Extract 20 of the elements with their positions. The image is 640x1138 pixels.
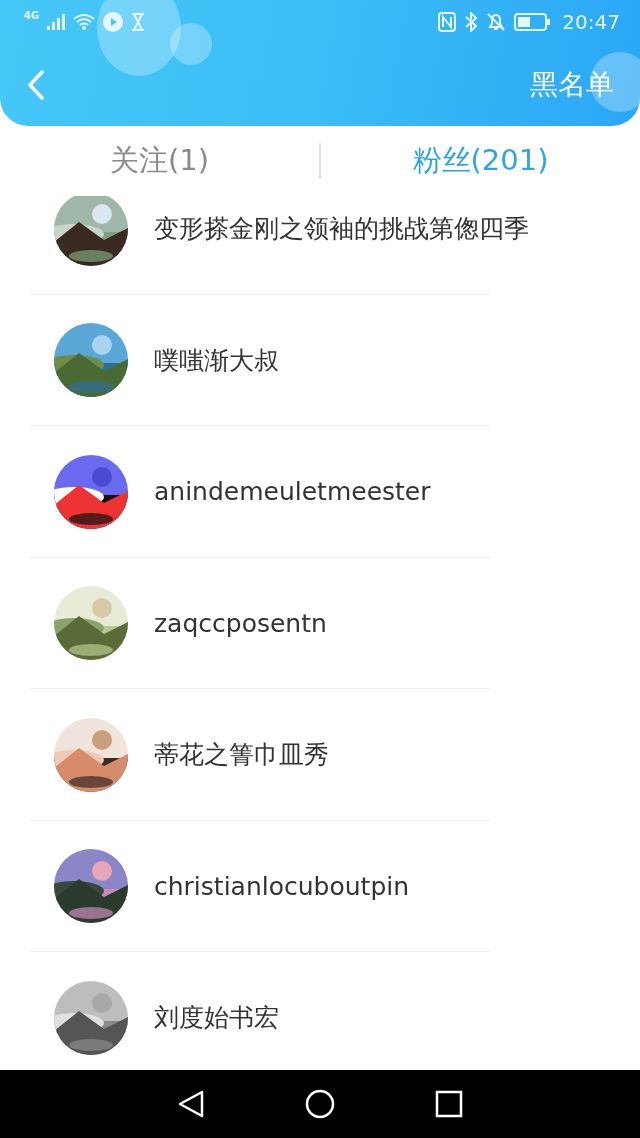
bell-muted-icon <box>486 12 507 32</box>
play-icon <box>103 12 124 32</box>
signal-icon <box>47 14 66 30</box>
user-name[interactable]: anindemeuletmeester <box>154 477 431 507</box>
home-icon[interactable] <box>305 1089 335 1119</box>
recents-icon[interactable] <box>435 1090 463 1118</box>
clock: 20:47 <box>562 10 620 34</box>
user-name[interactable]: christianlocuboutpin <box>154 871 410 901</box>
hourglass-icon <box>131 13 146 31</box>
back-icon[interactable] <box>177 1089 205 1119</box>
bluetooth-icon <box>464 12 479 32</box>
nfc-icon <box>438 12 457 32</box>
user-name[interactable]: 刘度始书宏 <box>154 1001 279 1035</box>
battery-icon <box>514 13 551 31</box>
user-name[interactable]: 噗嗤渐大叔 <box>154 343 279 377</box>
user-name[interactable]: zaqccposentn <box>154 608 327 638</box>
user-name[interactable]: 变形搽金刚之领袖的挑战第偬四季 <box>154 212 529 246</box>
user-name[interactable]: 蒂花之箐巾皿秀 <box>154 738 329 772</box>
network-type: 4G <box>24 10 40 21</box>
wifi-icon <box>73 14 96 30</box>
